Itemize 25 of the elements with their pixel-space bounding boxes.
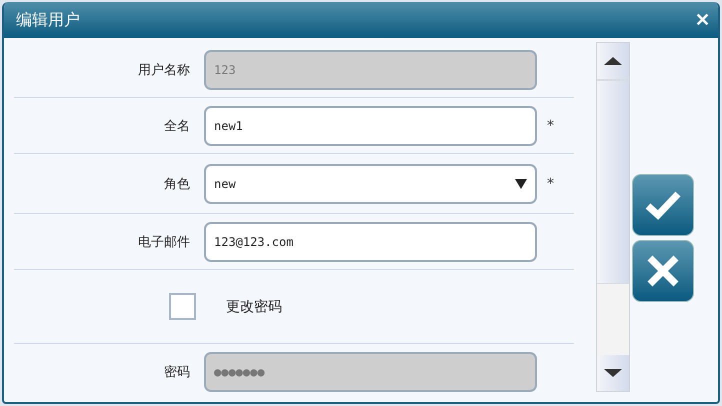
scroll-thumb[interactable] xyxy=(597,79,629,284)
input-field[interactable]: 123@123.com xyxy=(204,222,537,262)
role-dropdown[interactable]: new xyxy=(204,164,537,204)
checkbox[interactable] xyxy=(169,293,196,320)
field-label: 角色 xyxy=(163,176,191,192)
caret-icon xyxy=(515,178,527,188)
cancel-button[interactable] xyxy=(632,240,694,302)
field-label: 密码 xyxy=(163,364,191,381)
scroll-down-button[interactable] xyxy=(597,355,629,391)
close-button[interactable]: ✕ xyxy=(695,9,710,31)
required-mark: * xyxy=(547,118,554,134)
input-field[interactable]: new1 xyxy=(204,106,537,146)
checkbox-label: 更改密码 xyxy=(226,298,282,316)
field-label: 全名 xyxy=(163,118,191,134)
field-label: 用户名称 xyxy=(137,62,191,78)
window-title: 编辑用户 xyxy=(16,10,80,30)
up-arrow-icon xyxy=(604,57,622,65)
field-label: 电子邮件 xyxy=(137,234,191,250)
close-icon xyxy=(646,254,680,288)
scroll-up-button[interactable] xyxy=(597,43,629,79)
required-mark: * xyxy=(547,176,554,192)
down-arrow-icon xyxy=(604,369,622,377)
scrollbar[interactable] xyxy=(596,42,630,392)
checkmark-icon xyxy=(645,190,681,220)
confirm-button[interactable] xyxy=(632,174,694,236)
